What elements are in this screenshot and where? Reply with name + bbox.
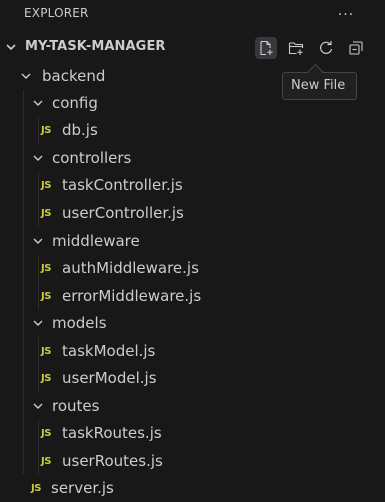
explorer-panel: EXPLORER ... MY-TASK-MANAGER backend con… <box>0 0 385 502</box>
tree-file-taskroutes[interactable]: JS taskRoutes.js <box>0 420 385 447</box>
folder-label: controllers <box>52 149 132 167</box>
file-label: authMiddleware.js <box>62 259 199 277</box>
tree-file-authmiddleware[interactable]: JS authMiddleware.js <box>0 255 385 282</box>
file-label: server.js <box>51 479 114 497</box>
js-file-icon: JS <box>41 291 51 302</box>
file-label: userModel.js <box>62 369 157 387</box>
tree-file-userroutes[interactable]: JS userRoutes.js <box>0 448 385 475</box>
js-file-icon: JS <box>41 346 51 357</box>
new-folder-icon <box>288 42 304 55</box>
folder-label: backend <box>42 67 106 85</box>
chevron-down-icon <box>6 44 16 51</box>
js-file-icon: JS <box>41 428 51 439</box>
js-file-icon: JS <box>41 456 51 467</box>
folder-label: middleware <box>52 232 140 250</box>
collapse-all-icon <box>349 41 363 55</box>
js-file-icon: JS <box>31 483 41 494</box>
file-label: taskModel.js <box>62 342 156 360</box>
tree-file-db[interactable]: JS db.js <box>0 117 385 144</box>
refresh-button[interactable] <box>315 37 337 59</box>
chevron-down-icon <box>33 100 43 106</box>
tree-file-taskmodel[interactable]: JS taskModel.js <box>0 338 385 365</box>
new-file-tooltip: New File <box>282 72 357 100</box>
file-label: db.js <box>62 121 98 139</box>
file-label: userRoutes.js <box>62 452 163 470</box>
js-file-icon: JS <box>41 373 51 384</box>
tree-file-usercontroller[interactable]: JS userController.js <box>0 200 385 227</box>
file-label: userController.js <box>62 204 184 222</box>
new-file-button[interactable] <box>255 37 277 59</box>
js-file-icon: JS <box>41 180 51 191</box>
chevron-down-icon <box>33 403 43 409</box>
file-label: errorMiddleware.js <box>62 287 202 305</box>
explorer-header: EXPLORER ... <box>0 0 385 27</box>
refresh-icon <box>320 41 333 54</box>
tree-file-errormiddleware[interactable]: JS errorMiddleware.js <box>0 283 385 310</box>
new-folder-button[interactable] <box>285 37 307 59</box>
new-file-icon <box>260 40 273 56</box>
file-label: taskController.js <box>62 176 183 194</box>
tree-folder-models[interactable]: models <box>0 310 385 337</box>
collapse-all-button[interactable] <box>345 37 367 59</box>
folder-label: routes <box>52 397 100 415</box>
file-label: taskRoutes.js <box>62 424 162 442</box>
tree-folder-controllers[interactable]: controllers <box>0 145 385 172</box>
tree-file-usermodel[interactable]: JS userModel.js <box>0 365 385 392</box>
chevron-down-icon <box>33 320 43 326</box>
tree-folder-routes[interactable]: routes <box>0 393 385 420</box>
tree-folder-middleware[interactable]: middleware <box>0 228 385 255</box>
chevron-down-icon <box>21 73 31 79</box>
explorer-title: EXPLORER <box>24 6 89 20</box>
js-file-icon: JS <box>41 125 51 136</box>
chevron-down-icon <box>33 155 43 161</box>
js-file-icon: JS <box>41 263 51 274</box>
more-actions-icon[interactable]: ... <box>333 4 359 22</box>
project-title: MY-TASK-MANAGER <box>25 39 166 54</box>
tree-file-taskcontroller[interactable]: JS taskController.js <box>0 172 385 199</box>
js-file-icon: JS <box>41 208 51 219</box>
chevron-down-icon <box>33 238 43 244</box>
folder-label: config <box>52 94 98 112</box>
folder-label: models <box>52 314 107 332</box>
tooltip-text: New File <box>291 78 346 93</box>
tree-file-server[interactable]: JS server.js <box>0 475 385 502</box>
